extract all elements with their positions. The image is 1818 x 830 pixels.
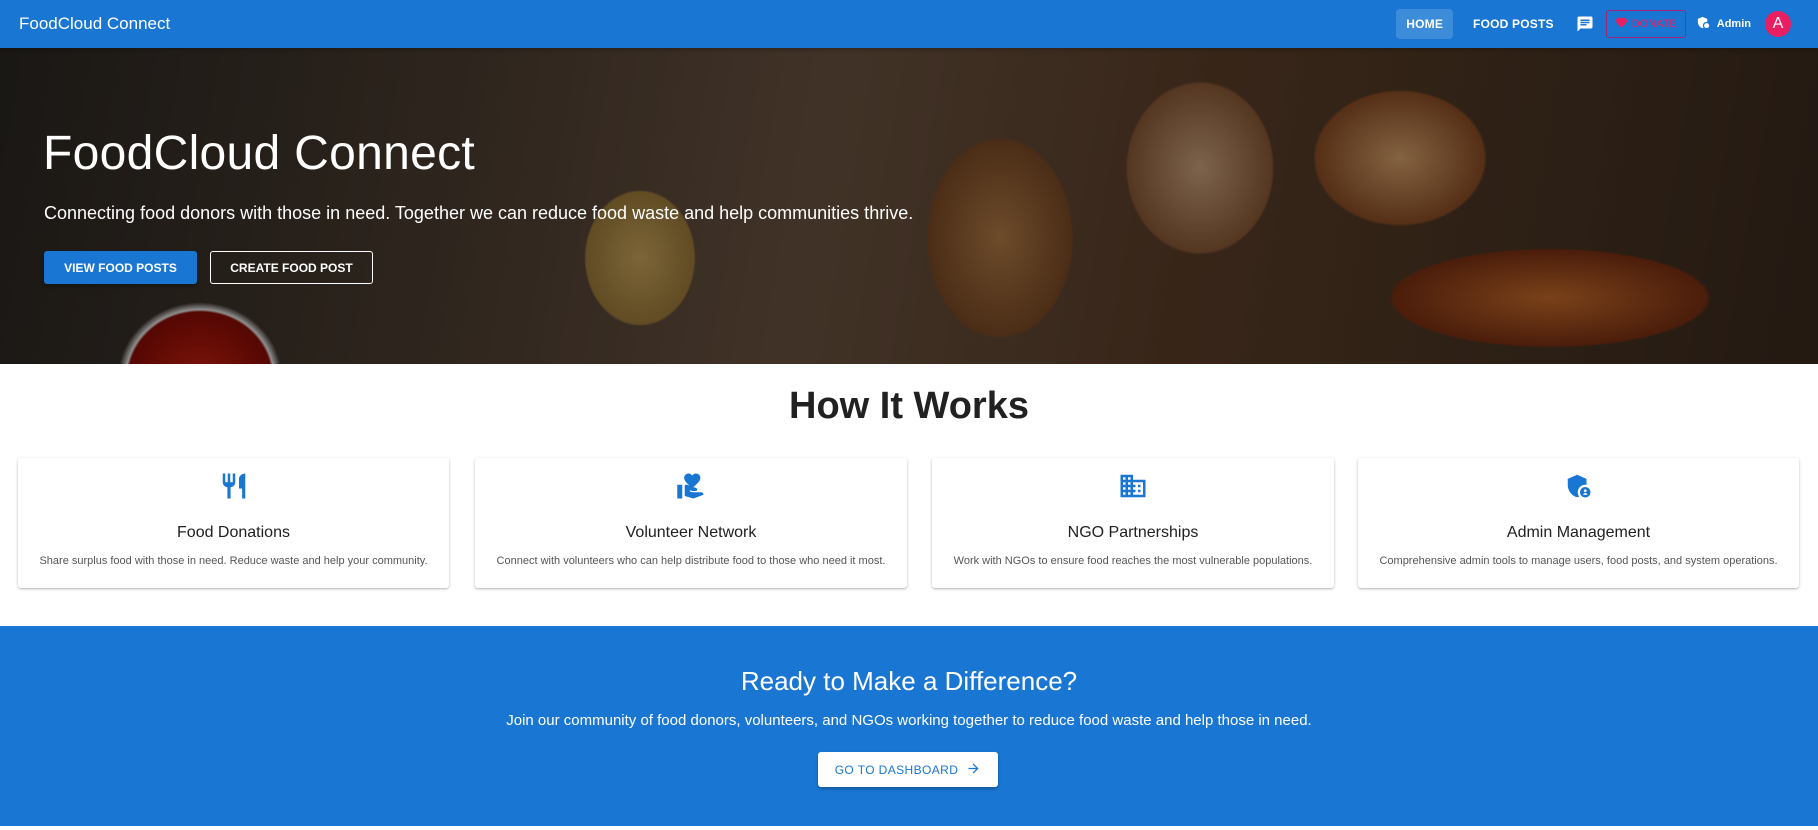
admin-shield-icon xyxy=(1696,15,1711,33)
feature-card-admin-management: Admin Management Comprehensive admin too… xyxy=(1358,458,1799,588)
feature-card-volunteer-network: Volunteer Network Connect with volunteer… xyxy=(475,458,907,588)
donate-label: DONATE xyxy=(1631,18,1677,30)
feature-card-food-donations: Food Donations Share surplus food with t… xyxy=(18,458,449,588)
card-description: Work with NGOs to ensure food reaches th… xyxy=(953,555,1313,567)
hero-subtitle: Connecting food donors with those in nee… xyxy=(44,203,914,223)
call-to-action-section: Ready to Make a Difference? Join our com… xyxy=(0,626,1818,826)
arrow-forward-icon xyxy=(966,761,981,779)
card-title: Food Donations xyxy=(177,524,290,541)
brand-title[interactable]: FoodCloud Connect xyxy=(19,14,170,34)
business-building-icon xyxy=(932,471,1334,501)
cta-title: Ready to Make a Difference? xyxy=(740,666,1078,696)
volunteer-hand-heart-icon xyxy=(475,471,907,501)
chat-icon[interactable] xyxy=(1574,13,1596,35)
card-title: Volunteer Network xyxy=(625,524,757,541)
dashboard-button-label: GO TO DASHBOARD xyxy=(834,762,959,777)
app-bar: FoodCloud Connect HOME FOOD POSTS DONATE… xyxy=(0,0,1818,48)
nav-food-posts-button[interactable]: FOOD POSTS xyxy=(1463,9,1564,39)
card-description: Comprehensive admin tools to manage user… xyxy=(1379,555,1778,567)
admin-shield-icon xyxy=(1358,471,1799,501)
view-food-posts-button[interactable]: VIEW FOOD POSTS xyxy=(44,251,197,284)
admin-label: Admin xyxy=(1716,18,1751,30)
card-description: Connect with volunteers who can help dis… xyxy=(496,555,886,567)
cta-subtitle: Join our community of food donors, volun… xyxy=(506,712,1312,729)
hero-title: FoodCloud Connect xyxy=(43,127,476,180)
card-title: Admin Management xyxy=(1506,524,1651,541)
avatar[interactable]: A xyxy=(1765,11,1791,37)
create-food-post-button[interactable]: CREATE FOOD POST xyxy=(210,251,373,284)
donate-button[interactable]: DONATE xyxy=(1605,10,1686,38)
card-title: NGO Partnerships xyxy=(1067,524,1199,541)
go-to-dashboard-button[interactable]: GO TO DASHBOARD xyxy=(818,752,998,787)
hero-banner: FoodCloud Connect Connecting food donors… xyxy=(0,48,1818,364)
card-description: Share surplus food with those in need. R… xyxy=(39,555,428,567)
heart-icon xyxy=(1615,16,1628,32)
admin-menu[interactable]: Admin xyxy=(1696,15,1751,33)
restaurant-icon xyxy=(18,471,449,501)
nav-actions: HOME FOOD POSTS DONATE Admin A xyxy=(1396,0,1818,48)
feature-card-ngo-partnerships: NGO Partnerships Work with NGOs to ensur… xyxy=(932,458,1334,588)
nav-home-button[interactable]: HOME xyxy=(1396,9,1454,39)
how-it-works-title: How It Works xyxy=(789,385,1029,427)
